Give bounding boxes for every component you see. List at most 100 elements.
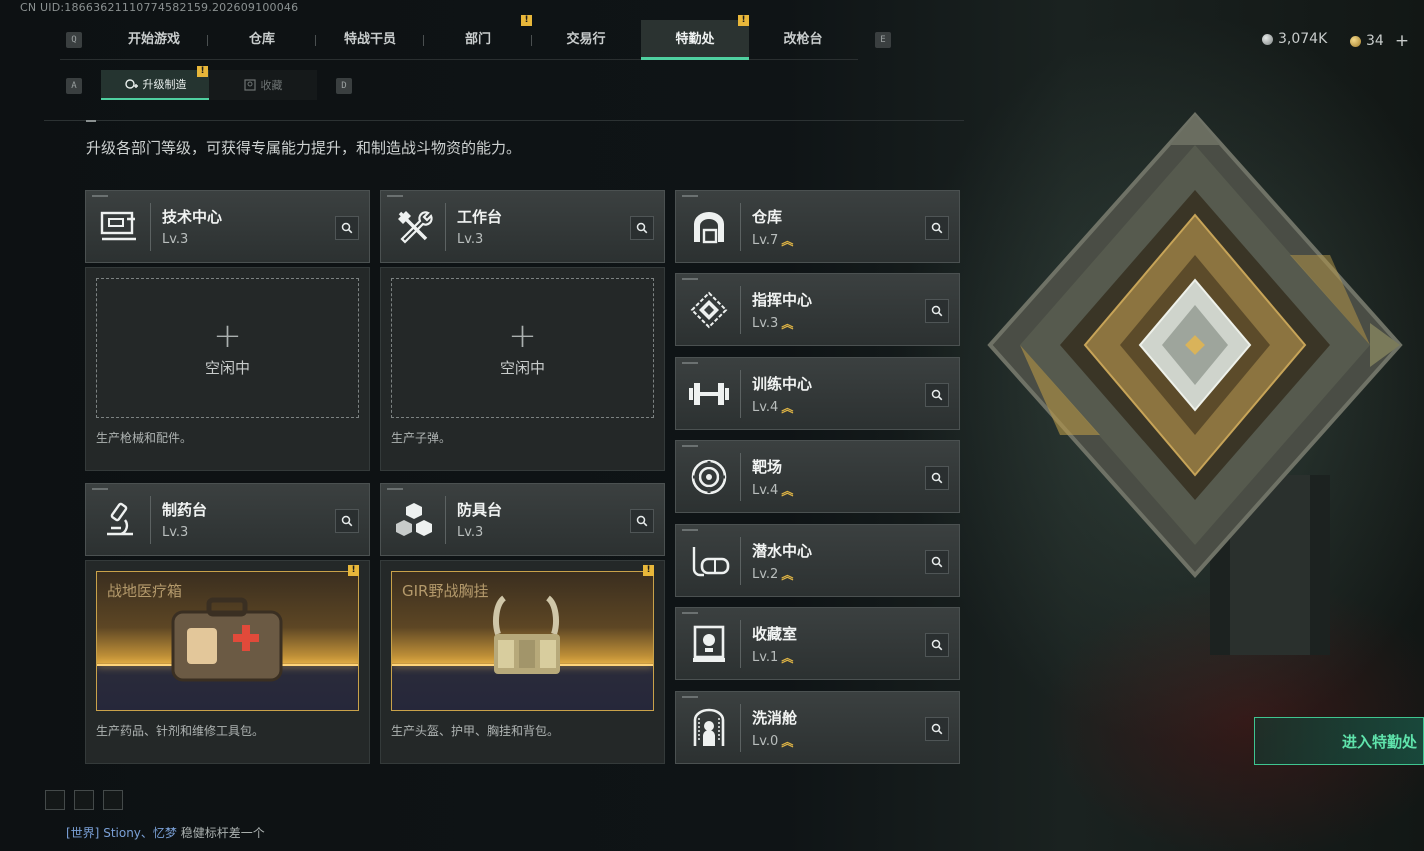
facility-card-diving-center[interactable]: 潜水中心 Lv.2 ︽ bbox=[675, 524, 960, 597]
idle-slot[interactable]: + 空闲中 bbox=[96, 278, 359, 418]
search-icon[interactable] bbox=[630, 509, 654, 533]
search-icon[interactable] bbox=[925, 633, 949, 657]
facility-name: 靶场 bbox=[752, 458, 783, 476]
quick-slot[interactable] bbox=[103, 790, 123, 810]
quick-slot[interactable] bbox=[74, 790, 94, 810]
gold-coin-icon bbox=[1350, 35, 1361, 47]
computer-icon bbox=[96, 204, 142, 250]
facility-level: Lv.3 bbox=[162, 232, 189, 247]
microscope-icon bbox=[96, 497, 142, 543]
command-icon bbox=[686, 287, 732, 333]
production-slot-workbench[interactable]: + 空闲中 生产子弹。 bbox=[380, 267, 665, 471]
facility-level: Lv.3 bbox=[457, 525, 484, 540]
production-caption: 生产枪械和配件。 bbox=[96, 431, 193, 445]
chat-channel: [世界] bbox=[66, 826, 100, 840]
facility-card-pharmacy[interactable]: 制药台 Lv.3 bbox=[85, 483, 370, 556]
add-production-icon: + bbox=[508, 315, 537, 356]
facility-name: 洗消舱 bbox=[752, 709, 798, 727]
facility-level: Lv.3 bbox=[162, 525, 189, 540]
chest-rig-icon bbox=[493, 595, 560, 674]
facility-level: Lv.3 ︽ bbox=[752, 316, 793, 331]
armor-alert-badge: ! bbox=[643, 565, 654, 576]
facility-level: Lv.0 ︽ bbox=[752, 734, 793, 749]
top-navigation: 开始游戏 仓库 特战干员 部门 交易行 特勤处 改枪台 bbox=[60, 20, 858, 60]
facility-card-command-center[interactable]: 指挥中心 Lv.3 ︽ bbox=[675, 273, 960, 346]
upgrade-available-icon: ︽ bbox=[781, 651, 793, 665]
facility-level: Lv.4 ︽ bbox=[752, 400, 793, 415]
search-icon[interactable] bbox=[630, 216, 654, 240]
special-ops-cube-artwork bbox=[987, 111, 1403, 655]
production-slot-tech-center[interactable]: + 空闲中 生产枪械和配件。 bbox=[85, 267, 370, 471]
chat-line[interactable]: [世界] Stiony、忆梦 稳健标杆差一个 bbox=[66, 824, 265, 841]
medkit-production-preview[interactable]: 战地医疗箱 bbox=[96, 571, 359, 711]
armor-blocks-icon bbox=[391, 497, 437, 543]
subtab-upgrade-craft[interactable]: 升级制造 bbox=[101, 70, 209, 100]
coin-balance: 3,074K bbox=[1262, 31, 1327, 47]
special-ops-alert-badge: ! bbox=[738, 15, 749, 26]
tools-icon bbox=[391, 204, 437, 250]
upgrade-available-icon: ︽ bbox=[781, 317, 793, 331]
facility-name: 工作台 bbox=[457, 208, 503, 226]
facility-card-training-center[interactable]: 训练中心 Lv.4 ︽ bbox=[675, 357, 960, 430]
diving-mask-icon bbox=[686, 538, 732, 584]
facility-name: 指挥中心 bbox=[752, 291, 813, 309]
facility-name: 技术中心 bbox=[162, 208, 223, 226]
search-icon[interactable] bbox=[925, 466, 949, 490]
facility-card-decontamination[interactable]: 洗消舱 Lv.0 ︽ bbox=[675, 691, 960, 764]
search-icon[interactable] bbox=[925, 383, 949, 407]
facility-card-tech-center[interactable]: 技术中心 Lv.3 bbox=[85, 190, 370, 263]
upgrade-available-icon: ︽ bbox=[781, 735, 793, 749]
facility-level: Lv.4 ︽ bbox=[752, 483, 793, 498]
upgrade-available-icon: ︽ bbox=[781, 401, 793, 415]
frame-icon bbox=[243, 79, 256, 91]
facility-card-warehouse[interactable]: 仓库 Lv.7 ︽ bbox=[675, 190, 960, 263]
idle-slot[interactable]: + 空闲中 bbox=[391, 278, 654, 418]
gear-plus-icon bbox=[124, 79, 138, 89]
search-icon[interactable] bbox=[925, 216, 949, 240]
uid-label: CN UID:18663621110774582159.202609100046 bbox=[20, 1, 299, 14]
quick-slot[interactable] bbox=[45, 790, 65, 810]
tab-warehouse[interactable]: 仓库 bbox=[208, 20, 316, 60]
production-slot-pharmacy[interactable]: 战地医疗箱 ! 生产药品、针剂和维修工具包。 bbox=[85, 560, 370, 764]
upgrade-available-icon: ︽ bbox=[781, 568, 793, 582]
subtab-collection[interactable]: 收藏 bbox=[209, 70, 317, 100]
tab-department[interactable]: 部门 bbox=[424, 20, 532, 60]
target-icon bbox=[686, 454, 732, 500]
production-slot-armor-bench[interactable]: GIR野战胸挂 ! 生产头盔、护甲、胸挂和背包。 bbox=[380, 560, 665, 764]
facility-card-collection-room[interactable]: 收藏室 Lv.1 ︽ bbox=[675, 607, 960, 680]
gold-balance: 34 + bbox=[1350, 31, 1409, 51]
subnav-next-key-hint: D bbox=[336, 78, 352, 94]
add-currency-button[interactable]: + bbox=[1395, 31, 1409, 51]
facility-level: Lv.1 ︽ bbox=[752, 650, 793, 665]
tab-special-ops[interactable]: 特勤处 bbox=[641, 20, 749, 60]
tab-operators[interactable]: 特战干员 bbox=[316, 20, 424, 60]
facility-name: 训练中心 bbox=[752, 375, 813, 393]
search-icon[interactable] bbox=[925, 550, 949, 574]
tab-start-game[interactable]: 开始游戏 bbox=[100, 20, 208, 60]
facility-card-workbench[interactable]: 工作台 Lv.3 bbox=[380, 190, 665, 263]
divider-accent bbox=[86, 120, 96, 122]
enter-special-ops-button[interactable]: 进入特勤处 bbox=[1254, 717, 1424, 765]
production-item-name: GIR野战胸挂 bbox=[402, 582, 489, 600]
decontamination-icon bbox=[686, 705, 732, 751]
search-icon[interactable] bbox=[335, 216, 359, 240]
facility-card-shooting-range[interactable]: 靶场 Lv.4 ︽ bbox=[675, 440, 960, 513]
facility-level: Lv.2 ︽ bbox=[752, 567, 793, 582]
pharmacy-alert-badge: ! bbox=[348, 565, 359, 576]
search-icon[interactable] bbox=[335, 509, 359, 533]
tab-gunsmith[interactable]: 改枪台 bbox=[749, 20, 857, 60]
dumbbell-icon bbox=[686, 371, 732, 417]
chat-message: 稳健标杆差一个 bbox=[180, 826, 265, 840]
facility-name: 潜水中心 bbox=[752, 542, 813, 560]
search-icon[interactable] bbox=[925, 717, 949, 741]
chat-user[interactable]: Stiony、忆梦 bbox=[103, 826, 177, 840]
facility-card-armor-bench[interactable]: 防具台 Lv.3 bbox=[380, 483, 665, 556]
upgrade-available-icon: ︽ bbox=[781, 234, 793, 248]
search-icon[interactable] bbox=[925, 299, 949, 323]
coin-icon bbox=[1262, 33, 1273, 45]
production-caption: 生产头盔、护甲、胸挂和背包。 bbox=[391, 724, 560, 738]
subnav-prev-key-hint: A bbox=[66, 78, 82, 94]
trading-alert-badge: ! bbox=[521, 15, 532, 26]
tab-trading[interactable]: 交易行 bbox=[532, 20, 640, 60]
chest-rig-production-preview[interactable]: GIR野战胸挂 bbox=[391, 571, 654, 711]
